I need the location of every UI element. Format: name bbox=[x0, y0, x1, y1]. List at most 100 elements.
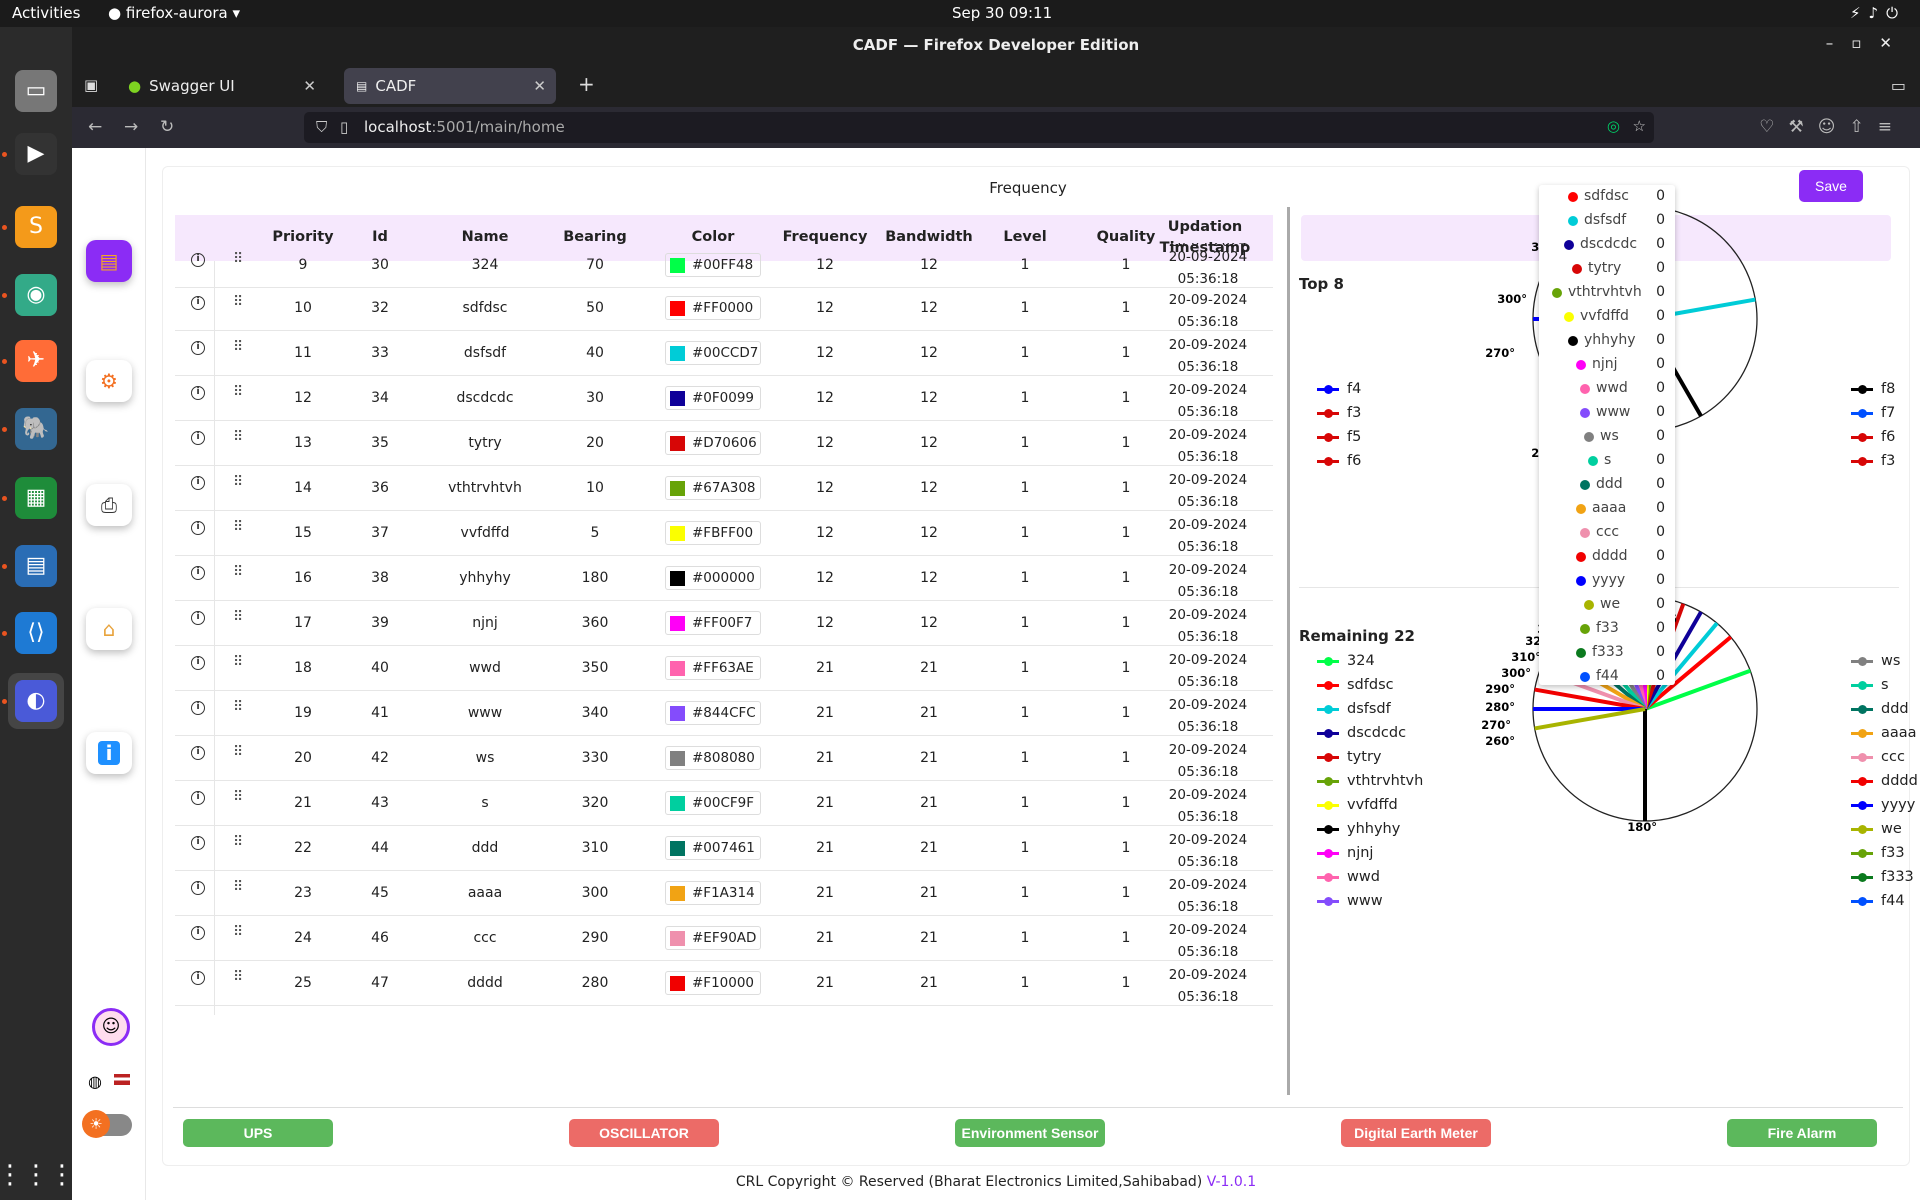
legend-item[interactable]: f44 bbox=[1851, 891, 1905, 911]
printer-icon[interactable]: ⎙ bbox=[86, 484, 132, 526]
clock[interactable]: Sep 30 09:11 bbox=[952, 4, 1052, 22]
device-button-fire-alarm[interactable]: Fire Alarm bbox=[1727, 1119, 1877, 1147]
terminal-icon[interactable]: ▶ bbox=[8, 126, 64, 182]
sublime-icon[interactable]: S bbox=[8, 199, 64, 255]
forward-button[interactable]: → bbox=[124, 117, 138, 137]
firefox-icon[interactable]: ◐ bbox=[8, 673, 64, 729]
navigation-bar: ← → ↻ ⛉ ▯ localhost:5001/main/home ☆ ◎ ♡… bbox=[72, 107, 1920, 148]
legend-item[interactable]: dddd bbox=[1851, 771, 1918, 791]
series-name: ws bbox=[1600, 428, 1619, 444]
legend-item[interactable]: ddd bbox=[1851, 699, 1909, 719]
flag-icon[interactable] bbox=[114, 1074, 130, 1085]
series-dot bbox=[1572, 264, 1582, 274]
system-tray[interactable]: ⚡♪⏻ bbox=[1850, 4, 1906, 22]
conveyor-icon[interactable]: ▤ bbox=[86, 240, 132, 282]
window-controls[interactable]: –▫✕ bbox=[1826, 34, 1910, 52]
legend-marker bbox=[1317, 896, 1339, 906]
tab-cadf[interactable]: ▤ CADF ✕ bbox=[344, 68, 556, 104]
legend-item[interactable]: vvfdffd bbox=[1317, 795, 1398, 815]
series-value: 0 bbox=[1656, 644, 1665, 660]
impress-icon[interactable]: ▤ bbox=[8, 538, 64, 594]
legend-item[interactable]: f6 bbox=[1317, 451, 1361, 471]
series-name: njnj bbox=[1592, 356, 1618, 372]
legend-item[interactable]: wwd bbox=[1317, 867, 1380, 887]
legend-item[interactable]: 324 bbox=[1317, 651, 1375, 671]
page-info-icon[interactable]: ▯ bbox=[340, 118, 348, 136]
legend-item[interactable]: njnj bbox=[1317, 843, 1373, 863]
device-button-ups[interactable]: UPS bbox=[183, 1119, 333, 1147]
legend-item[interactable]: f6 bbox=[1851, 427, 1895, 447]
legend-item[interactable]: f3 bbox=[1317, 403, 1361, 423]
close-icon[interactable]: ✕ bbox=[303, 77, 316, 95]
legend-item[interactable]: we bbox=[1851, 819, 1902, 839]
app-area: ▤ ⚙ ⎙ ⌂ i ☺ ◍ ☀ Frequency Save Priority Id Name… bbox=[72, 148, 1920, 1200]
legend-item[interactable]: yhhyhy bbox=[1317, 819, 1400, 839]
cart-icon[interactable]: ⌂ bbox=[86, 608, 132, 650]
list-tabs-icon[interactable]: ▭ bbox=[1891, 76, 1906, 95]
legend-item[interactable]: f4 bbox=[1317, 379, 1361, 399]
chrome-icon[interactable]: ◉ bbox=[8, 267, 64, 323]
vscode-icon[interactable]: ⟨⟩ bbox=[8, 605, 64, 661]
new-tab-button[interactable]: + bbox=[578, 72, 595, 96]
device-button-oscillator[interactable]: OSCILLATOR bbox=[569, 1119, 719, 1147]
legend-label: tytry bbox=[1347, 749, 1382, 765]
legend-item[interactable]: ccc bbox=[1851, 747, 1905, 767]
device-button-digital-earth-meter[interactable]: Digital Earth Meter bbox=[1341, 1119, 1491, 1147]
activities-button[interactable]: Activities bbox=[12, 4, 80, 22]
avatar[interactable]: ☺ bbox=[92, 1008, 130, 1046]
postgres-icon[interactable]: 🐘 bbox=[8, 401, 64, 457]
running-indicator bbox=[2, 225, 7, 230]
legend-item[interactable]: f5 bbox=[1317, 427, 1361, 447]
back-button[interactable]: ← bbox=[88, 117, 102, 137]
gears-icon[interactable]: ⚙ bbox=[86, 360, 132, 402]
legend-item[interactable]: f333 bbox=[1851, 867, 1914, 887]
calc-icon[interactable]: ▦ bbox=[8, 470, 64, 526]
app-menu[interactable]: ● firefox-aurora ▾ bbox=[108, 4, 240, 22]
reload-button[interactable]: ↻ bbox=[160, 117, 174, 137]
url-bar[interactable]: ⛉ ▯ localhost:5001/main/home ☆ ◎ bbox=[304, 112, 1654, 143]
tab-overview-icon[interactable]: ▣ bbox=[84, 76, 98, 94]
show-apps-icon[interactable]: ⋮⋮⋮ bbox=[0, 1147, 75, 1203]
legend-item[interactable]: sdfdsc bbox=[1317, 675, 1394, 695]
legend-item[interactable]: aaaa bbox=[1851, 723, 1917, 743]
legend-label: ws bbox=[1881, 653, 1901, 669]
tab-swagger[interactable]: ● Swagger UI ✕ bbox=[116, 68, 326, 104]
legend-item[interactable]: dsfsdf bbox=[1317, 699, 1391, 719]
postman-icon[interactable]: ✈ bbox=[8, 333, 64, 389]
series-dot bbox=[1576, 360, 1586, 370]
legend-item[interactable]: f33 bbox=[1851, 843, 1905, 863]
legend-label: f8 bbox=[1881, 381, 1896, 397]
legend-label: f5 bbox=[1347, 429, 1362, 445]
legend-marker bbox=[1851, 776, 1873, 786]
toolbar-icons[interactable]: ♡⚒☺⇧≡ bbox=[1759, 117, 1906, 137]
legend-item[interactable]: yyyy bbox=[1851, 795, 1915, 815]
legend-item[interactable]: vthtrvhtvh bbox=[1317, 771, 1423, 791]
legend-label: aaaa bbox=[1881, 725, 1917, 741]
tracking-icon[interactable]: ◎ bbox=[1607, 117, 1620, 135]
tooltip-row: dddd 0 bbox=[1539, 545, 1675, 569]
legend-marker bbox=[1851, 456, 1873, 466]
legend-marker bbox=[1851, 872, 1873, 882]
device-button-environment-sensor[interactable]: Environment Sensor bbox=[955, 1119, 1105, 1147]
legend-item[interactable]: www bbox=[1317, 891, 1383, 911]
postman-icon-glyph: ✈ bbox=[15, 340, 57, 382]
close-icon[interactable]: ✕ bbox=[533, 77, 546, 95]
info-icon[interactable]: i bbox=[86, 732, 132, 774]
running-indicator bbox=[2, 427, 7, 432]
legend-item[interactable]: s bbox=[1851, 675, 1889, 695]
angle-label: 270° bbox=[1485, 346, 1515, 360]
legend-item[interactable]: f8 bbox=[1851, 379, 1895, 399]
bookmark-star-icon[interactable]: ☆ bbox=[1633, 117, 1646, 135]
remaining-polar-spoke[interactable] bbox=[1534, 707, 1646, 731]
series-dot bbox=[1580, 624, 1590, 634]
legend-item[interactable]: tytry bbox=[1317, 747, 1382, 767]
legend-label: ddd bbox=[1881, 701, 1909, 717]
shield-icon[interactable]: ⛉ bbox=[316, 118, 327, 136]
legend-item[interactable]: f3 bbox=[1851, 451, 1895, 471]
files-icon[interactable]: ▭ bbox=[8, 63, 64, 119]
legend-item[interactable]: dscdcdc bbox=[1317, 723, 1406, 743]
language-globe-icon[interactable]: ◍ bbox=[88, 1072, 102, 1091]
legend-item[interactable]: f7 bbox=[1851, 403, 1895, 423]
window-title: CADF — Firefox Developer Edition bbox=[852, 36, 1140, 54]
legend-item[interactable]: ws bbox=[1851, 651, 1900, 671]
